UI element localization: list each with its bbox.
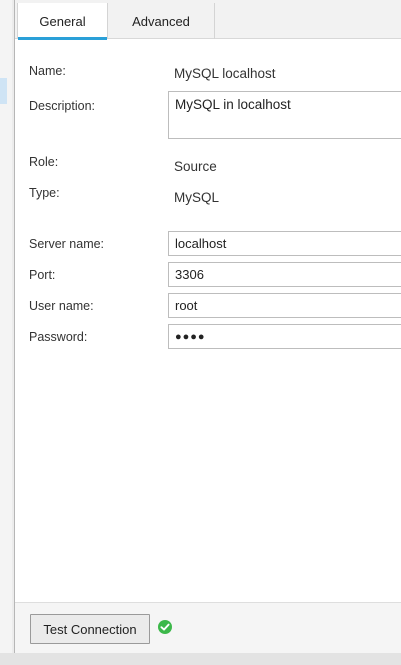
- dialog-footer: Test Connection: [15, 602, 401, 653]
- server-name-field[interactable]: localhost: [168, 231, 401, 256]
- tab-general-label: General: [39, 13, 86, 29]
- test-connection-button[interactable]: Test Connection: [30, 614, 150, 644]
- password-masked-value: ●●●●: [175, 330, 206, 343]
- description-field[interactable]: MySQL in localhost: [168, 91, 401, 139]
- user-name-field[interactable]: root: [168, 293, 401, 318]
- user-name-value: root: [175, 298, 198, 313]
- bottom-strip: [0, 653, 401, 665]
- port-field[interactable]: 3306: [168, 262, 401, 287]
- password-field[interactable]: ●●●●: [168, 324, 401, 349]
- check-circle-icon: [158, 620, 172, 634]
- selected-nav-item[interactable]: [0, 78, 7, 104]
- user-name-label: User name:: [29, 299, 94, 313]
- tab-advanced[interactable]: Advanced: [108, 3, 215, 39]
- name-value: MySQL localhost: [174, 66, 276, 81]
- role-value: Source: [174, 159, 217, 174]
- port-value: 3306: [175, 267, 204, 282]
- password-label: Password:: [29, 330, 88, 344]
- connection-properties-panel: General Advanced Name: MySQL localhost D…: [14, 0, 401, 653]
- tab-bar: General Advanced: [15, 0, 401, 40]
- tab-general[interactable]: General: [17, 3, 108, 40]
- port-label: Port:: [29, 268, 56, 282]
- type-value: MySQL: [174, 190, 220, 205]
- test-connection-label: Test Connection: [43, 621, 137, 637]
- server-name-value: localhost: [175, 236, 227, 251]
- side-navigation-strip: [0, 0, 12, 653]
- description-label: Description:: [29, 99, 95, 113]
- type-label: Type:: [29, 186, 60, 200]
- description-value: MySQL in localhost: [175, 97, 291, 112]
- server-name-label: Server name:: [29, 237, 105, 251]
- tab-advanced-label: Advanced: [132, 13, 190, 29]
- name-label: Name:: [29, 64, 66, 78]
- role-label: Role:: [29, 155, 59, 169]
